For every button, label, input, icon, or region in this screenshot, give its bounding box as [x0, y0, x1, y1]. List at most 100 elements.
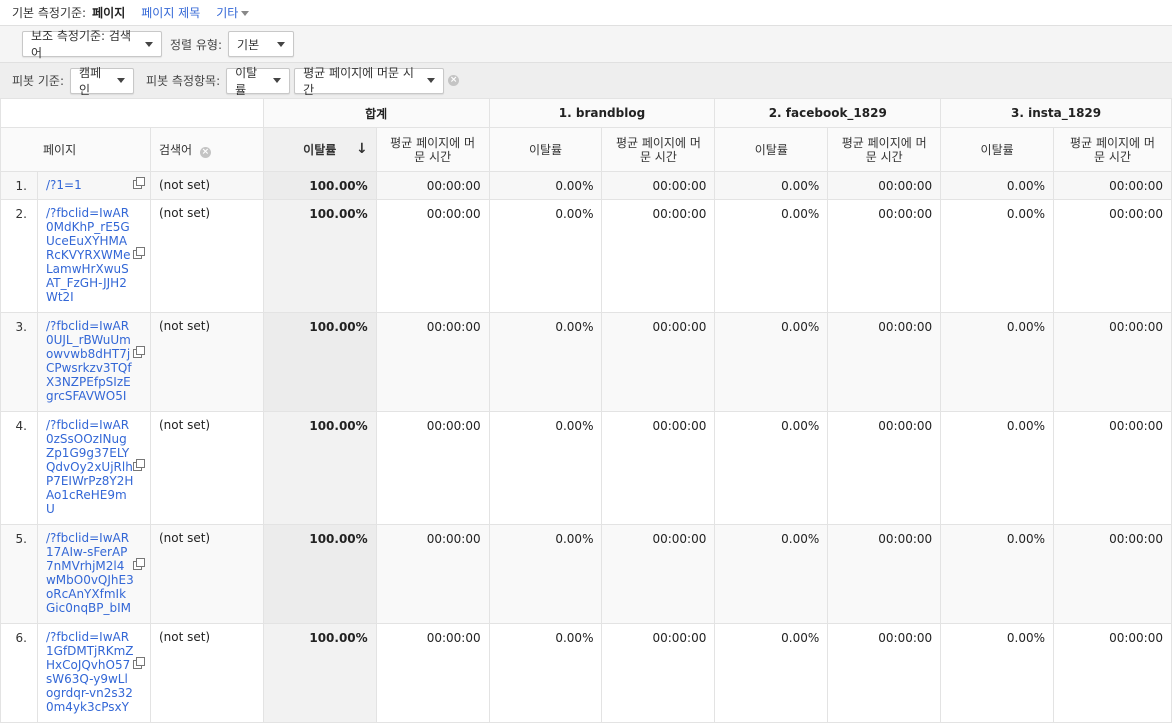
dimension-page[interactable]: 페이지 — [92, 4, 125, 21]
data-table: 합계 1. brandblog 2. facebook_1829 3. inst… — [0, 98, 1172, 723]
column-header-page[interactable]: 페이지 — [0, 127, 151, 172]
value-cell: 00:00:00 — [827, 312, 942, 412]
value-cell: 00:00:00 — [375, 524, 490, 624]
table-row: 3. /?fbclid=IwAR0UJL_rBWuUmowvwb8dHT7jCP… — [0, 312, 1172, 412]
value-cell: 00:00:00 — [601, 623, 716, 723]
value-cell: 00:00:00 — [601, 199, 716, 313]
pivot-toolbar: 피봇 기준: 캠페인 피봇 측정항목: 이탈률 평균 페이지에 머문 시간 × — [0, 63, 1172, 99]
secondary-toolbar: 보조 측정기준: 검색어 정렬 유형: 기본 — [0, 26, 1172, 63]
value-cell: 0.00% — [940, 524, 1055, 624]
external-link-icon[interactable] — [132, 247, 145, 259]
value-cell: 00:00:00 — [1053, 524, 1172, 624]
value-cell: 00:00:00 — [375, 411, 490, 525]
remove-secondary-dimension-icon[interactable]: × — [199, 147, 211, 158]
brandblog-time-label-2: 문 시간 — [639, 149, 677, 164]
value-cell: 0.00% — [488, 411, 603, 525]
value-cell: 100.00% — [262, 312, 377, 412]
value-cell: 00:00:00 — [1053, 411, 1172, 525]
value-cell: 100.00% — [262, 623, 377, 723]
value-cell: 0.00% — [940, 171, 1055, 200]
chevron-down-icon — [277, 41, 286, 47]
value-cell: 00:00:00 — [375, 199, 490, 313]
value-cell: 100.00% — [262, 171, 377, 200]
external-link-icon[interactable] — [132, 346, 145, 358]
value-cell: 0.00% — [488, 171, 603, 200]
value-cell: 0.00% — [488, 312, 603, 412]
total-time-label-2: 문 시간 — [414, 149, 452, 164]
sort-type-label: 정렬 유형: — [170, 37, 223, 52]
pivot-metric1-dropdown[interactable]: 이탈률 — [226, 66, 291, 97]
value-cell: 100.00% — [262, 524, 377, 624]
value-cell: 00:00:00 — [601, 312, 716, 412]
value-cell: 00:00:00 — [601, 411, 716, 525]
page-cell: /?1=1 — [36, 171, 151, 200]
dimension-page-title[interactable]: 페이지 제목 — [141, 4, 200, 21]
column-header-total-time[interactable]: 평균 페이지에 머문 시간 — [375, 127, 490, 172]
row-index: 4. — [0, 411, 38, 525]
page-link[interactable]: /?fbclid=IwAR1GfDMTjRKmZHxCoJQvhO57sW63Q… — [46, 630, 134, 714]
column-header-total-bounce[interactable]: 이탈률 ↓ — [262, 127, 377, 172]
secondary-dimension-dropdown[interactable]: 보조 측정기준: 검색어 — [22, 29, 162, 60]
value-cell: 0.00% — [940, 411, 1055, 525]
column-header-keyword[interactable]: 검색어 × — [149, 127, 264, 172]
value-cell: 00:00:00 — [601, 171, 716, 200]
page-link[interactable]: /?fbclid=IwAR0UJL_rBWuUmowvwb8dHT7jCPwsr… — [46, 319, 134, 403]
column-header-insta-time[interactable]: 평균 페이지에 머문 시간 — [1053, 127, 1172, 172]
facebook-time-label-1: 평균 페이지에 머 — [841, 135, 927, 150]
page-link[interactable]: /?fbclid=IwAR0zSsOOzINugZp1G9g37ELYQdvOy… — [46, 418, 134, 516]
value-cell: 0.00% — [940, 199, 1055, 313]
value-cell: 0.00% — [714, 312, 829, 412]
group-facebook-header: 2. facebook_1829 — [714, 98, 942, 128]
group-brandblog-header: 1. brandblog — [488, 98, 716, 128]
value-cell: 00:00:00 — [601, 524, 716, 624]
pivot-metric2-dropdown[interactable]: 평균 페이지에 머문 시간 — [294, 66, 445, 97]
primary-dimension-bar: 기본 측정기준: 페이지 페이지 제목 기타 — [0, 0, 1172, 26]
value-cell: 0.00% — [714, 623, 829, 723]
external-link-icon[interactable] — [132, 558, 145, 570]
value-cell: 00:00:00 — [827, 524, 942, 624]
value-cell: 0.00% — [488, 199, 603, 313]
page-cell: /?fbclid=IwAR0UJL_rBWuUmowvwb8dHT7jCPwsr… — [36, 312, 151, 412]
secondary-dimension-value: 보조 측정기준: 검색어 — [31, 29, 131, 60]
page-link[interactable]: /?1=1 — [46, 178, 134, 192]
table-row: 4. /?fbclid=IwAR0zSsOOzINugZp1G9g37ELYQd… — [0, 411, 1172, 525]
sort-type-dropdown[interactable]: 기본 — [228, 31, 295, 57]
chevron-down-icon — [145, 41, 153, 47]
keyword-cell: (not set) — [149, 312, 264, 412]
sort-descending-icon: ↓ — [355, 141, 368, 157]
column-header-brandblog-bounce[interactable]: 이탈률 — [488, 127, 603, 172]
external-link-icon[interactable] — [132, 657, 145, 669]
value-cell: 0.00% — [940, 623, 1055, 723]
page-link[interactable]: /?fbclid=IwAR0MdKhP_rE5GUceEuXYHMARcKVYR… — [46, 206, 134, 304]
page-link[interactable]: /?fbclid=IwAR17AIw-sFerAP7nMVrhjM2l4wMbO… — [46, 531, 134, 615]
column-header-brandblog-time[interactable]: 평균 페이지에 머문 시간 — [601, 127, 716, 172]
value-cell: 00:00:00 — [375, 623, 490, 723]
external-link-icon[interactable] — [132, 177, 145, 189]
column-header-insta-bounce[interactable]: 이탈률 — [940, 127, 1055, 172]
row-index: 6. — [0, 623, 38, 723]
insta-time-label-2: 문 시간 — [1094, 149, 1131, 164]
value-cell: 00:00:00 — [827, 411, 942, 525]
chevron-down-icon — [273, 78, 282, 83]
pivot-by-dropdown[interactable]: 캠페인 — [70, 66, 135, 97]
value-cell: 00:00:00 — [827, 623, 942, 723]
page-cell: /?fbclid=IwAR0MdKhP_rE5GUceEuXYHMARcKVYR… — [36, 199, 151, 313]
keyword-cell: (not set) — [149, 623, 264, 723]
chevron-down-icon — [241, 11, 250, 16]
keyword-cell: (not set) — [149, 199, 264, 313]
facebook-time-label-2: 문 시간 — [865, 149, 903, 164]
value-cell: 0.00% — [714, 199, 829, 313]
chevron-down-icon — [427, 78, 436, 83]
chevron-down-icon — [117, 78, 126, 83]
group-header-row: 합계 1. brandblog 2. facebook_1829 3. inst… — [0, 98, 1172, 128]
dimension-other[interactable]: 기타 — [216, 4, 250, 21]
table-row: 5. /?fbclid=IwAR17AIw-sFerAP7nMVrhjM2l4w… — [0, 524, 1172, 624]
value-cell: 00:00:00 — [375, 171, 490, 200]
remove-pivot-metric-icon[interactable]: × — [448, 75, 460, 86]
external-link-icon[interactable] — [132, 459, 145, 471]
column-header-facebook-time[interactable]: 평균 페이지에 머문 시간 — [827, 127, 942, 172]
keyword-cell: (not set) — [149, 524, 264, 624]
pivot-metric2-value: 평균 페이지에 머문 시간 — [303, 65, 414, 97]
insta-time-label-1: 평균 페이지에 머 — [1070, 135, 1155, 150]
column-header-facebook-bounce[interactable]: 이탈률 — [714, 127, 829, 172]
